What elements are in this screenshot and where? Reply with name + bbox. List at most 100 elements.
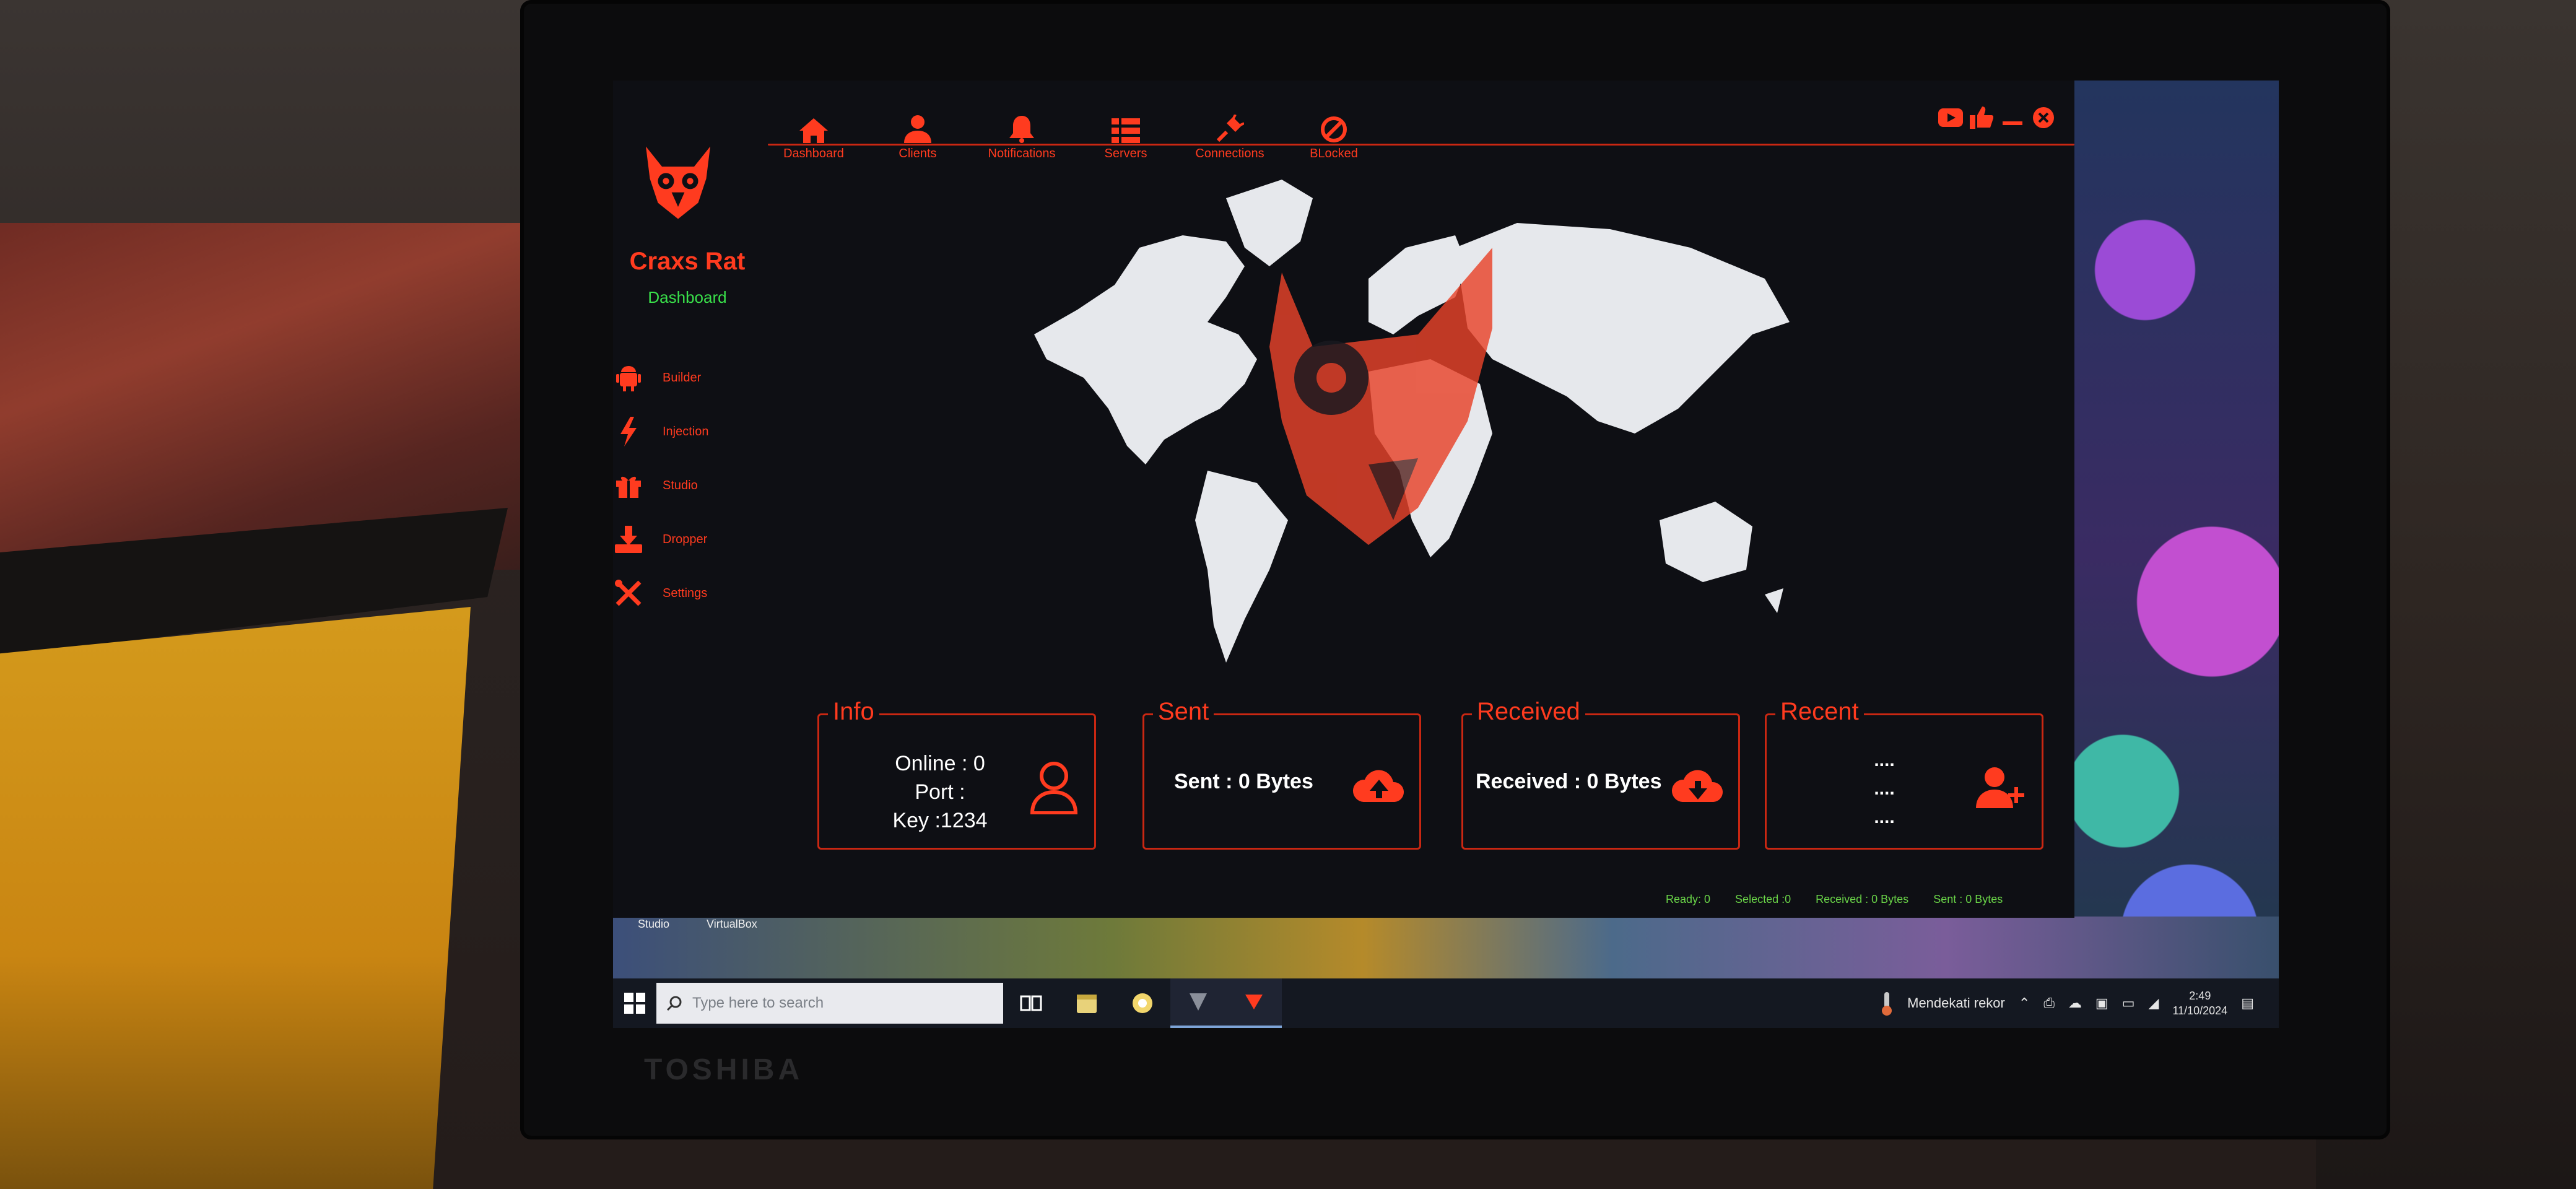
tab-dashboard[interactable]: Dashboard: [762, 105, 866, 161]
lightning-icon: [613, 416, 644, 447]
received-bytes: Received : 0 Bytes: [1476, 769, 1662, 793]
sidebar-item-builder[interactable]: Builder: [613, 359, 762, 396]
notification-center-icon[interactable]: ▤: [2241, 995, 2254, 1011]
desktop-wallpaper-strip: [613, 917, 2279, 978]
recent-entry: ....: [1874, 750, 1895, 770]
laptop-brand: TOSHIBA: [644, 1053, 804, 1086]
clock-time: 2:49: [2189, 990, 2211, 1002]
desktop-shortcut-labels: Studio VirtualBox: [638, 918, 757, 931]
laptop-screen: Craxs Rat Dashboard Builder Injection St…: [613, 81, 2279, 1028]
taskbar-clock[interactable]: 2:49 11/10/2024: [2172, 988, 2227, 1018]
recent-entry: ....: [1874, 778, 1895, 799]
gift-icon: [613, 470, 644, 501]
server-list-icon: [1112, 118, 1140, 143]
thermometer-icon: [1882, 992, 1892, 1016]
clock-date: 11/10/2024: [2172, 1004, 2228, 1017]
sidebar-item-label: Settings: [663, 586, 708, 600]
window-controls: [1938, 105, 2056, 130]
craxs-rat-window: Craxs Rat Dashboard Builder Injection St…: [613, 81, 2074, 918]
tab-label: BLocked: [1310, 147, 1358, 160]
chrome-icon[interactable]: [1115, 978, 1170, 1028]
windows-logo-icon: [624, 993, 645, 1014]
status-ready: Ready: 0: [1666, 893, 1711, 905]
download-tray-icon: [613, 524, 644, 555]
tab-label: Clients: [899, 147, 937, 160]
search-icon: [666, 996, 682, 1011]
cloud-icon[interactable]: ☁: [2068, 995, 2082, 1011]
north-america-shape: [1034, 235, 1257, 464]
asia-shape: [1455, 223, 1790, 433]
tab-label: Dashboard: [783, 147, 844, 160]
craxs-rat-taskbar-icon[interactable]: [1226, 978, 1282, 1028]
sidebar-item-settings[interactable]: Settings: [613, 575, 762, 612]
sidebar: Craxs Rat Dashboard Builder Injection St…: [613, 81, 762, 918]
owl-logo-icon: [646, 146, 710, 219]
info-card-title: Info: [828, 698, 879, 726]
south-america-shape: [1195, 471, 1288, 663]
user-icon: [904, 115, 931, 143]
network-icon[interactable]: ⎙: [2043, 995, 2055, 1011]
greenland-shape: [1226, 180, 1313, 266]
key-value: Key :1234: [892, 809, 988, 832]
sent-card: Sent Sent : 0 Bytes: [1142, 698, 1421, 850]
volume-icon[interactable]: ◢: [2149, 995, 2159, 1011]
calendar-app-icon[interactable]: [1059, 978, 1115, 1028]
user-add-icon: [1976, 767, 2024, 808]
app-current-page: Dashboard: [648, 288, 727, 307]
youtube-icon[interactable]: [1938, 105, 1963, 130]
tab-connections[interactable]: Connections: [1178, 105, 1282, 161]
taskbar-search-box[interactable]: Type here to search: [656, 983, 1003, 1024]
close-icon[interactable]: [2031, 105, 2056, 130]
status-bar: Ready: 0 Selected :0 Received : 0 Bytes …: [1666, 893, 2003, 906]
tab-label: Servers: [1104, 147, 1147, 160]
home-icon: [799, 118, 828, 143]
online-count: Online : 0: [895, 752, 985, 775]
weather-text[interactable]: Mendekati rekor: [1907, 995, 2005, 1011]
sidebar-item-dropper[interactable]: Dropper: [613, 521, 762, 558]
sidebar-item-injection[interactable]: Injection: [613, 413, 762, 450]
sidebar-item-label: Builder: [663, 370, 702, 385]
bell-icon: [1009, 116, 1034, 143]
cloud-upload-icon: [1352, 770, 1404, 802]
recent-list: .... .... ....: [1860, 746, 1909, 832]
task-view-icon[interactable]: [1003, 978, 1059, 1028]
minimize-icon[interactable]: [2000, 105, 2025, 130]
sidebar-item-label: Studio: [663, 478, 698, 492]
info-card: Info Online : 0 Port : Key :1234: [817, 698, 1096, 850]
status-sent: Sent : 0 Bytes: [1933, 893, 2003, 905]
tab-label: Connections: [1195, 147, 1264, 160]
cloud-download-icon: [1671, 770, 1723, 802]
desktop-label-virtualbox[interactable]: VirtualBox: [707, 918, 757, 931]
thumbs-up-icon[interactable]: [1969, 105, 1994, 130]
start-button[interactable]: [613, 978, 656, 1028]
tab-blocked[interactable]: BLocked: [1282, 105, 1386, 161]
plug-icon: [1216, 115, 1244, 142]
world-map: [1034, 180, 1790, 663]
australia-shape: [1660, 502, 1752, 582]
tab-label: Notifications: [988, 147, 1056, 160]
windows-taskbar: Type here to search Mendekati rekor ⌃ ⎙ …: [613, 978, 2279, 1028]
app-name: Craxs Rat: [629, 248, 746, 275]
tab-servers[interactable]: Servers: [1074, 105, 1178, 161]
tools-icon: [613, 578, 644, 609]
antarctic-islands-shape: [1765, 588, 1783, 613]
system-tray: Mendekati rekor ⌃ ⎙ ☁ ▣ ▭ ◢ 2:49 11/10/2…: [1880, 978, 2254, 1028]
display-icon[interactable]: ▣: [2095, 995, 2108, 1011]
sidebar-item-label: Injection: [663, 424, 709, 438]
app-taskbar-icon-1[interactable]: [1170, 978, 1226, 1028]
desktop-wallpaper: [2056, 81, 2279, 1028]
port-value: Port :: [915, 780, 965, 804]
recent-card-title: Recent: [1775, 698, 1864, 726]
sidebar-item-studio[interactable]: Studio: [613, 467, 762, 504]
tab-clients[interactable]: Clients: [866, 105, 970, 161]
battery-icon[interactable]: ▭: [2122, 995, 2135, 1011]
chevron-up-icon[interactable]: ⌃: [2019, 995, 2030, 1011]
yellow-box: [0, 607, 471, 1189]
info-details: Online : 0 Port : Key :1234: [881, 749, 999, 835]
status-received: Received : 0 Bytes: [1816, 893, 1909, 905]
sent-bytes: Sent : 0 Bytes: [1174, 769, 1313, 793]
received-card: Received Received : 0 Bytes: [1461, 698, 1740, 850]
tab-notifications[interactable]: Notifications: [970, 105, 1074, 161]
desktop-label-studio[interactable]: Studio: [638, 918, 669, 931]
top-navigation: Dashboard Clients Notifications Servers …: [762, 105, 1386, 161]
